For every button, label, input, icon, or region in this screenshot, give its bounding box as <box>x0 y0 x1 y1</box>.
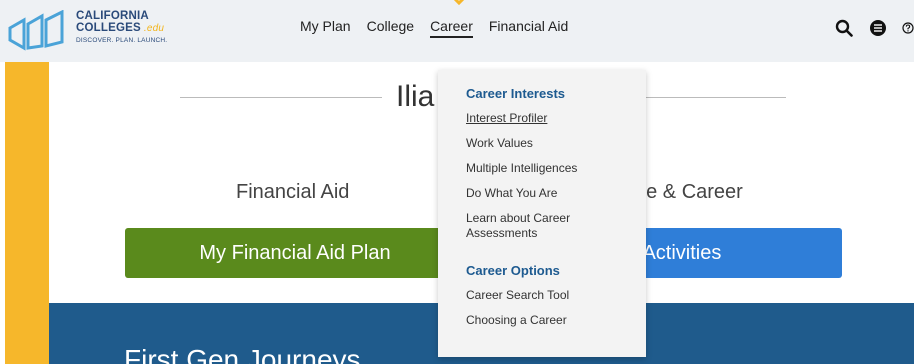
help-icon[interactable] <box>902 18 914 38</box>
page: CALIFORNIA COLLEGES .edu DISCOVER. PLAN. … <box>0 0 914 364</box>
menu-item-career-assessments[interactable]: Learn about Career Assessments <box>466 211 631 241</box>
menu-item-choosing-a-career[interactable]: Choosing a Career <box>466 313 631 328</box>
career-interests-heading[interactable]: Career Interests <box>466 86 646 101</box>
nav-my-plan[interactable]: My Plan <box>300 18 351 38</box>
logo-line-2: COLLEGES .edu <box>76 22 167 35</box>
hero-name: Ilia <box>396 80 435 113</box>
nav-financial-aid[interactable]: Financial Aid <box>489 18 568 38</box>
california-colleges-logo[interactable]: CALIFORNIA COLLEGES .edu DISCOVER. PLAN. … <box>6 6 196 56</box>
menu-item-interest-profiler[interactable]: Interest Profiler <box>466 111 631 126</box>
search-icon[interactable] <box>834 18 854 38</box>
career-options-heading[interactable]: Career Options <box>466 263 646 278</box>
hero-divider-right <box>646 97 786 98</box>
hero-divider-left <box>180 97 382 98</box>
header-tools <box>834 18 914 38</box>
logo-line-1: CALIFORNIA <box>76 10 149 22</box>
logo-colleges: COLLEGES <box>76 22 141 34</box>
financial-aid-heading: Financial Aid <box>236 181 350 203</box>
nav-career[interactable]: Career <box>430 18 473 38</box>
menu-item-work-values[interactable]: Work Values <box>466 136 631 151</box>
logo-tagline: DISCOVER. PLAN. LAUNCH. <box>76 37 168 44</box>
logo-mark-icon <box>8 10 64 51</box>
site-header: CALIFORNIA COLLEGES .edu DISCOVER. PLAN. … <box>0 0 914 62</box>
menu-item-do-what-you-are[interactable]: Do What You Are <box>466 186 631 201</box>
main-nav: My Plan College Career Financial Aid <box>300 18 568 38</box>
list-icon[interactable] <box>868 18 888 38</box>
logo-text: CALIFORNIA COLLEGES .edu DISCOVER. PLAN. … <box>76 10 167 44</box>
career-dropdown-menu: Career Interests Interest Profiler Work … <box>438 70 646 357</box>
menu-item-career-search-tool[interactable]: Career Search Tool <box>466 288 631 303</box>
side-accent-bar <box>5 62 49 364</box>
journeys-title: First Gen Journeys <box>124 344 361 364</box>
logo-edu: .edu <box>143 23 165 34</box>
college-career-heading: ge & Career <box>635 181 743 203</box>
my-financial-aid-plan-button[interactable]: My Financial Aid Plan <box>125 228 465 278</box>
menu-item-multiple-intelligences[interactable]: Multiple Intelligences <box>466 161 631 176</box>
nav-pointer-icon <box>453 0 465 6</box>
nav-college[interactable]: College <box>367 18 414 38</box>
